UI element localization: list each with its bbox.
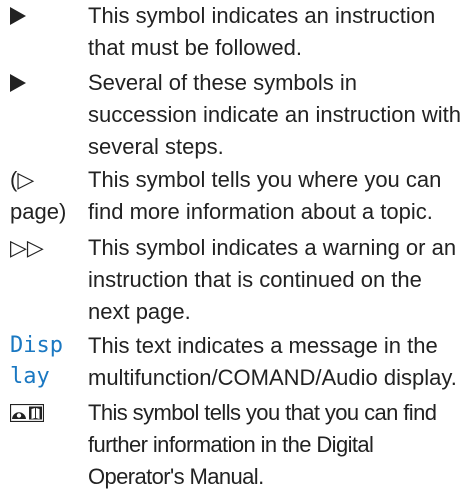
solid-triangle-right-icon xyxy=(10,74,26,92)
symbol-cell xyxy=(10,67,78,99)
legend-description: This symbol tells you that you can find … xyxy=(88,400,437,489)
legend-description: This text indicates a message in the mul… xyxy=(88,333,457,390)
legend-description: Several of these symbols in succession i… xyxy=(88,70,461,159)
legend-description: This symbol indicates a warning or an in… xyxy=(88,235,457,324)
symbol-cell xyxy=(10,0,78,32)
legend-row-instruction: This symbol indicates an instruction tha… xyxy=(0,0,471,66)
page-reference-symbol: (▷ page) xyxy=(10,167,67,224)
legend-description: This symbol indicates an instruction tha… xyxy=(88,3,436,60)
legend-row-digital-manual: This symbol tells you that you can find … xyxy=(0,397,471,497)
symbol-cell xyxy=(10,397,78,422)
steering-wheel-book-icon xyxy=(10,404,44,422)
continued-symbol: ▷▷ xyxy=(10,235,44,260)
display-label: Display xyxy=(10,333,63,389)
legend-row-page-ref: (▷ page) This symbol tells you where you… xyxy=(0,164,471,230)
legend-description: This symbol tells you where you can find… xyxy=(88,167,442,224)
symbol-legend: This symbol indicates an instruction tha… xyxy=(0,0,471,498)
solid-triangle-right-icon xyxy=(10,7,26,25)
legend-row-continued: ▷▷ This symbol indicates a warning or an… xyxy=(0,232,471,328)
legend-row-multistep: Several of these symbols in succession i… xyxy=(0,67,471,163)
